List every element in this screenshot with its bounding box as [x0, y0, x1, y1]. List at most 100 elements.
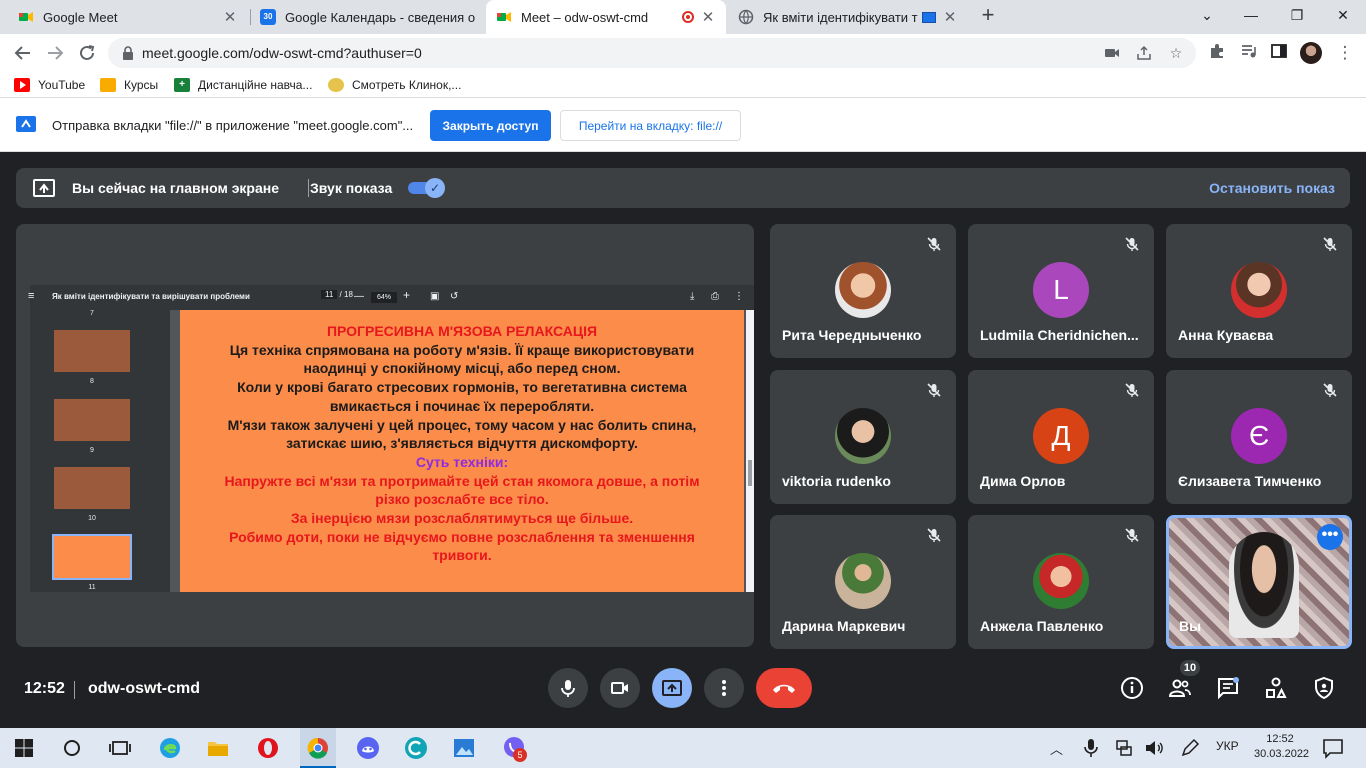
- close-icon[interactable]: ✕: [942, 8, 958, 26]
- discord-icon[interactable]: [356, 736, 380, 760]
- screen: Google Meet ✕ 30 Google Календарь - свед…: [0, 0, 1366, 768]
- share-icon[interactable]: [1136, 45, 1152, 61]
- side-panel-icon[interactable]: [1268, 42, 1290, 64]
- camera-button[interactable]: [600, 668, 640, 708]
- participant-avatar: L: [1033, 262, 1089, 318]
- bookmark-anime[interactable]: Смотреть Клинок,...: [328, 76, 461, 94]
- site-icon: [328, 78, 344, 92]
- participant-name: Рита Чередныченко: [782, 327, 922, 343]
- page-total: / 18: [339, 290, 353, 299]
- avatar[interactable]: [1300, 42, 1322, 64]
- tab-search-icon[interactable]: ⌄: [1184, 0, 1230, 30]
- tab-google-calendar[interactable]: 30 Google Календарь - сведения о: [250, 0, 486, 34]
- rotate-icon[interactable]: ↺: [450, 292, 458, 302]
- slide-subheading: Суть техніки:: [415, 453, 509, 470]
- share-audio-label: Звук показа: [310, 180, 393, 196]
- meeting-code[interactable]: odw-oswt-cmd: [88, 680, 200, 698]
- share-audio-toggle[interactable]: ✓: [408, 178, 445, 198]
- task-view-icon[interactable]: [108, 736, 132, 760]
- info-icon[interactable]: [1120, 676, 1144, 700]
- slide-line-red: різко розслабте все тіло.: [375, 491, 549, 508]
- present-button[interactable]: [652, 668, 692, 708]
- bookmark-youtube[interactable]: YouTube: [14, 76, 85, 94]
- participant-tile[interactable]: Рита Чередныченко: [770, 224, 956, 358]
- participant-tile[interactable]: Дарина Маркевич: [770, 515, 956, 649]
- mic-tray-icon[interactable]: [1082, 738, 1100, 758]
- extensions-icon[interactable]: [1206, 42, 1228, 64]
- bookmark-courses[interactable]: Курсы: [100, 76, 158, 94]
- zoom-out-icon[interactable]: —: [354, 292, 364, 302]
- chrome-icon[interactable]: [306, 736, 330, 760]
- page-number[interactable]: 11: [321, 290, 338, 299]
- participant-tile[interactable]: Анна Куваєва: [1166, 224, 1352, 358]
- bookmarks-bar: YouTube Курсы + Дистанційне навча... Смо…: [0, 72, 1366, 98]
- thumbnail-page[interactable]: [54, 399, 130, 441]
- address-bar[interactable]: meet.google.com/odw-oswt-cmd?authuser=0 …: [108, 38, 1196, 68]
- participant-tile[interactable]: L Ludmila Cheridnichen...: [968, 224, 1154, 358]
- tab-google-meet[interactable]: Google Meet ✕: [8, 0, 248, 34]
- close-window-button[interactable]: ✕: [1320, 0, 1366, 30]
- reload-icon[interactable]: [76, 42, 98, 64]
- star-icon[interactable]: ☆: [1168, 45, 1184, 61]
- thumbnail-page[interactable]: [54, 330, 130, 372]
- new-tab-button[interactable]: +: [976, 4, 1000, 28]
- leave-call-button[interactable]: [756, 668, 812, 708]
- host-controls-icon[interactable]: [1312, 676, 1336, 700]
- opera-icon[interactable]: [256, 736, 280, 760]
- microphone-button[interactable]: [548, 668, 588, 708]
- search-icon[interactable]: [60, 736, 84, 760]
- fit-page-icon[interactable]: ▣: [430, 292, 439, 302]
- tray-expand-icon[interactable]: ︿: [1050, 739, 1063, 758]
- menu-icon[interactable]: ⋮: [1334, 42, 1356, 64]
- tab-pdf[interactable]: Як вміти ідентифікувати та ✕: [728, 0, 968, 34]
- thumb-number: 11: [88, 584, 96, 591]
- media-icon[interactable]: [1238, 42, 1260, 64]
- stop-sharing-button[interactable]: Закрыть доступ: [430, 110, 551, 141]
- more-vert-icon: [722, 680, 726, 696]
- taskbar-clock[interactable]: 12:52 30.03.2022: [1254, 732, 1309, 762]
- print-icon[interactable]: ⎙: [711, 292, 719, 302]
- thumbnail-page-current[interactable]: [52, 534, 132, 580]
- download-icon[interactable]: ⤓: [690, 292, 694, 302]
- switch-tab-button[interactable]: Перейти на вкладку: file://: [560, 110, 741, 141]
- more-options-icon[interactable]: •••: [1317, 524, 1343, 550]
- volume-icon[interactable]: [1144, 738, 1164, 758]
- ccleaner-icon[interactable]: [404, 736, 428, 760]
- file-explorer-icon[interactable]: [206, 736, 230, 760]
- participant-tile[interactable]: Д Дима Орлов: [968, 370, 1154, 504]
- zoom-level[interactable]: 64%: [371, 292, 397, 303]
- participant-tile[interactable]: Анжела Павленко: [968, 515, 1154, 649]
- lock-icon[interactable]: [120, 45, 136, 61]
- language-indicator[interactable]: УКР: [1216, 739, 1239, 753]
- activities-icon[interactable]: [1264, 676, 1288, 700]
- bookmark-distance[interactable]: + Дистанційне навча...: [174, 76, 312, 94]
- thumbnail-page[interactable]: [54, 467, 130, 509]
- windows-start-icon[interactable]: [12, 736, 36, 760]
- minimize-button[interactable]: —: [1228, 0, 1274, 30]
- close-icon[interactable]: ✕: [700, 8, 716, 26]
- participant-tile[interactable]: Є Єлизавета Тимченко: [1166, 370, 1352, 504]
- more-icon[interactable]: ⋮: [734, 292, 744, 302]
- mic-off-icon: [1323, 237, 1337, 251]
- participant-tile[interactable]: viktoria rudenko: [770, 370, 956, 504]
- close-icon[interactable]: ✕: [222, 8, 238, 26]
- tab-meet-active[interactable]: Meet – odw-oswt-cmd ✕: [486, 0, 726, 34]
- camera-icon[interactable]: [1104, 45, 1120, 61]
- pdf-scrollbar[interactable]: [746, 310, 754, 592]
- maximize-button[interactable]: ❐: [1274, 0, 1320, 30]
- pen-icon[interactable]: [1180, 738, 1200, 758]
- forward-icon[interactable]: [44, 42, 66, 64]
- self-video-tile[interactable]: ••• Вы: [1166, 515, 1352, 649]
- edge-icon[interactable]: [158, 736, 182, 760]
- more-options-button[interactable]: [704, 668, 744, 708]
- back-icon[interactable]: [12, 42, 34, 64]
- mic-off-icon: [1323, 383, 1337, 397]
- photos-icon[interactable]: [452, 736, 476, 760]
- network-icon[interactable]: [1114, 738, 1134, 758]
- menu-icon[interactable]: ≡: [28, 291, 34, 302]
- notifications-icon[interactable]: [1322, 737, 1344, 759]
- chat-icon[interactable]: [1216, 676, 1240, 700]
- stop-presenting-button[interactable]: Остановить показ: [1209, 180, 1335, 196]
- zoom-in-icon[interactable]: +: [403, 289, 410, 301]
- people-icon[interactable]: [1168, 676, 1192, 700]
